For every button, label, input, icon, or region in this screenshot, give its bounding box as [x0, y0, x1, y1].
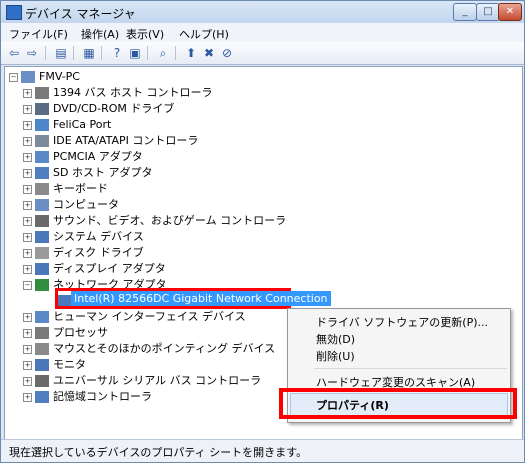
disable-icon[interactable]: ⊘ — [219, 45, 235, 61]
tree-item-label: マウスとそのほかのポインティング デバイス — [53, 342, 276, 355]
expand-icon[interactable]: + — [23, 265, 32, 274]
status-bar: 現在選択しているデバイスのプロパティ シートを開きます。 — [1, 439, 524, 462]
title-bar: デバイス マネージャ _ □ ✕ — [1, 1, 524, 23]
menu-disable[interactable]: 無効(D) — [316, 331, 355, 347]
uninstall-icon[interactable]: ✖ — [201, 45, 217, 61]
device-category-icon — [35, 119, 49, 131]
menu-view[interactable]: 表示(V) — [126, 26, 164, 42]
device-category-icon — [35, 87, 49, 99]
tree-item-label: IDE ATA/ATAPI コントローラ — [53, 134, 199, 147]
device-category-icon — [35, 391, 49, 403]
tree-item-label: FeliCa Port — [53, 118, 112, 131]
toolbar-separator — [45, 46, 46, 60]
menu-bar: ファイル(F) 操作(A) 表示(V) ヘルプ(H) — [1, 23, 524, 42]
tree-item-label: サウンド、ビデオ、およびゲーム コントローラ — [53, 214, 287, 227]
expand-icon[interactable]: + — [23, 169, 32, 178]
status-text: 現在選択しているデバイスのプロパティ シートを開きます。 — [9, 446, 308, 459]
expand-icon[interactable]: + — [23, 249, 32, 258]
tree-item-label: PCMCIA アダプタ — [53, 150, 143, 163]
device-manager-icon — [6, 5, 22, 20]
forward-icon[interactable]: ⇨ — [24, 45, 40, 61]
tree-item-label: ユニバーサル シリアル バス コントローラ — [53, 374, 262, 387]
scan-hardware-icon[interactable]: ⌕ — [155, 45, 171, 61]
expand-icon[interactable]: + — [23, 361, 32, 370]
menu-help[interactable]: ヘルプ(H) — [179, 26, 229, 42]
device-category-icon — [35, 135, 49, 147]
expand-icon[interactable]: + — [23, 185, 32, 194]
console-tree-icon[interactable]: ▤ — [53, 45, 69, 61]
maximize-button[interactable]: □ — [476, 3, 500, 21]
device-category-icon — [35, 183, 49, 195]
expand-icon[interactable]: + — [23, 105, 32, 114]
device-category-icon — [35, 199, 49, 211]
view-icon[interactable]: ▣ — [127, 45, 143, 61]
toolbar: ⇦ ⇨ ▤ ▦ ? ▣ ⌕ ⬆ ✖ ⊘ — [1, 42, 524, 65]
tree-item-label: ディスク ドライブ — [53, 246, 144, 259]
expand-icon[interactable]: + — [23, 217, 32, 226]
close-button[interactable]: ✕ — [498, 3, 522, 21]
tree-item-label: ディスプレイ アダプタ — [53, 262, 166, 275]
minimize-button[interactable]: _ — [453, 3, 477, 21]
expand-icon[interactable]: + — [23, 393, 32, 402]
properties-highlight-box — [279, 388, 517, 419]
tree-item-label: システム デバイス — [53, 230, 144, 243]
expand-icon[interactable]: + — [23, 233, 32, 242]
device-category-icon — [35, 327, 49, 339]
window-title: デバイス マネージャ — [25, 7, 136, 21]
tree-item-label: SD ホスト アダプタ — [53, 166, 153, 179]
tree-item-label: 1394 バス ホスト コントローラ — [53, 86, 213, 99]
tree-item-label: コンピュータ — [53, 198, 119, 211]
help-icon[interactable]: ? — [109, 45, 125, 61]
expand-icon[interactable]: + — [23, 201, 32, 210]
toolbar-separator — [101, 46, 102, 60]
expand-icon[interactable]: + — [23, 313, 32, 322]
tree-item-label: モニタ — [53, 358, 86, 371]
device-category-icon — [35, 359, 49, 371]
tree-item-label: DVD/CD-ROM ドライブ — [53, 102, 175, 115]
expand-icon[interactable]: + — [23, 377, 32, 386]
device-manager-window: デバイス マネージャ _ □ ✕ ファイル(F) 操作(A) 表示(V) ヘルプ… — [0, 0, 525, 463]
menu-file[interactable]: ファイル(F) — [9, 26, 68, 42]
tree-root-label: FMV-PC — [39, 70, 80, 83]
properties-icon[interactable]: ▦ — [81, 45, 97, 61]
device-category-icon — [35, 215, 49, 227]
device-category-icon — [35, 167, 49, 179]
menu-separator — [314, 368, 507, 369]
expand-icon[interactable]: + — [23, 121, 32, 130]
computer-icon — [21, 71, 35, 83]
device-category-icon — [35, 247, 49, 259]
menu-action[interactable]: 操作(A) — [81, 26, 119, 42]
device-category-icon — [35, 375, 49, 387]
device-category-icon — [35, 151, 49, 163]
device-category-icon — [35, 279, 49, 291]
device-category-icon — [35, 231, 49, 243]
toolbar-separator — [175, 46, 176, 60]
expand-icon[interactable]: + — [23, 89, 32, 98]
expand-icon[interactable]: + — [23, 345, 32, 354]
device-category-icon — [35, 343, 49, 355]
device-category-icon — [35, 263, 49, 275]
selected-device[interactable]: Intel(R) 82566DC Gigabit Network Connect… — [71, 291, 331, 306]
collapse-icon[interactable]: − — [9, 73, 18, 82]
back-icon[interactable]: ⇦ — [6, 45, 22, 61]
toolbar-separator — [147, 46, 148, 60]
toolbar-separator — [73, 46, 74, 60]
tree-item-label: ヒューマン インターフェイス デバイス — [53, 310, 246, 323]
menu-update-driver[interactable]: ドライバ ソフトウェアの更新(P)... — [316, 314, 488, 330]
menu-uninstall[interactable]: 削除(U) — [316, 348, 355, 364]
expand-icon[interactable]: + — [23, 153, 32, 162]
device-category-icon — [35, 311, 49, 323]
update-driver-icon[interactable]: ⬆ — [183, 45, 199, 61]
collapse-icon[interactable]: − — [23, 281, 32, 290]
expand-icon[interactable]: + — [23, 137, 32, 146]
tree-item-label: 記憶域コントローラ — [53, 390, 152, 403]
tree-item-label: キーボード — [53, 182, 108, 195]
tree-item-label: プロセッサ — [53, 326, 108, 339]
expand-icon[interactable]: + — [23, 329, 32, 338]
device-category-icon — [35, 103, 49, 115]
